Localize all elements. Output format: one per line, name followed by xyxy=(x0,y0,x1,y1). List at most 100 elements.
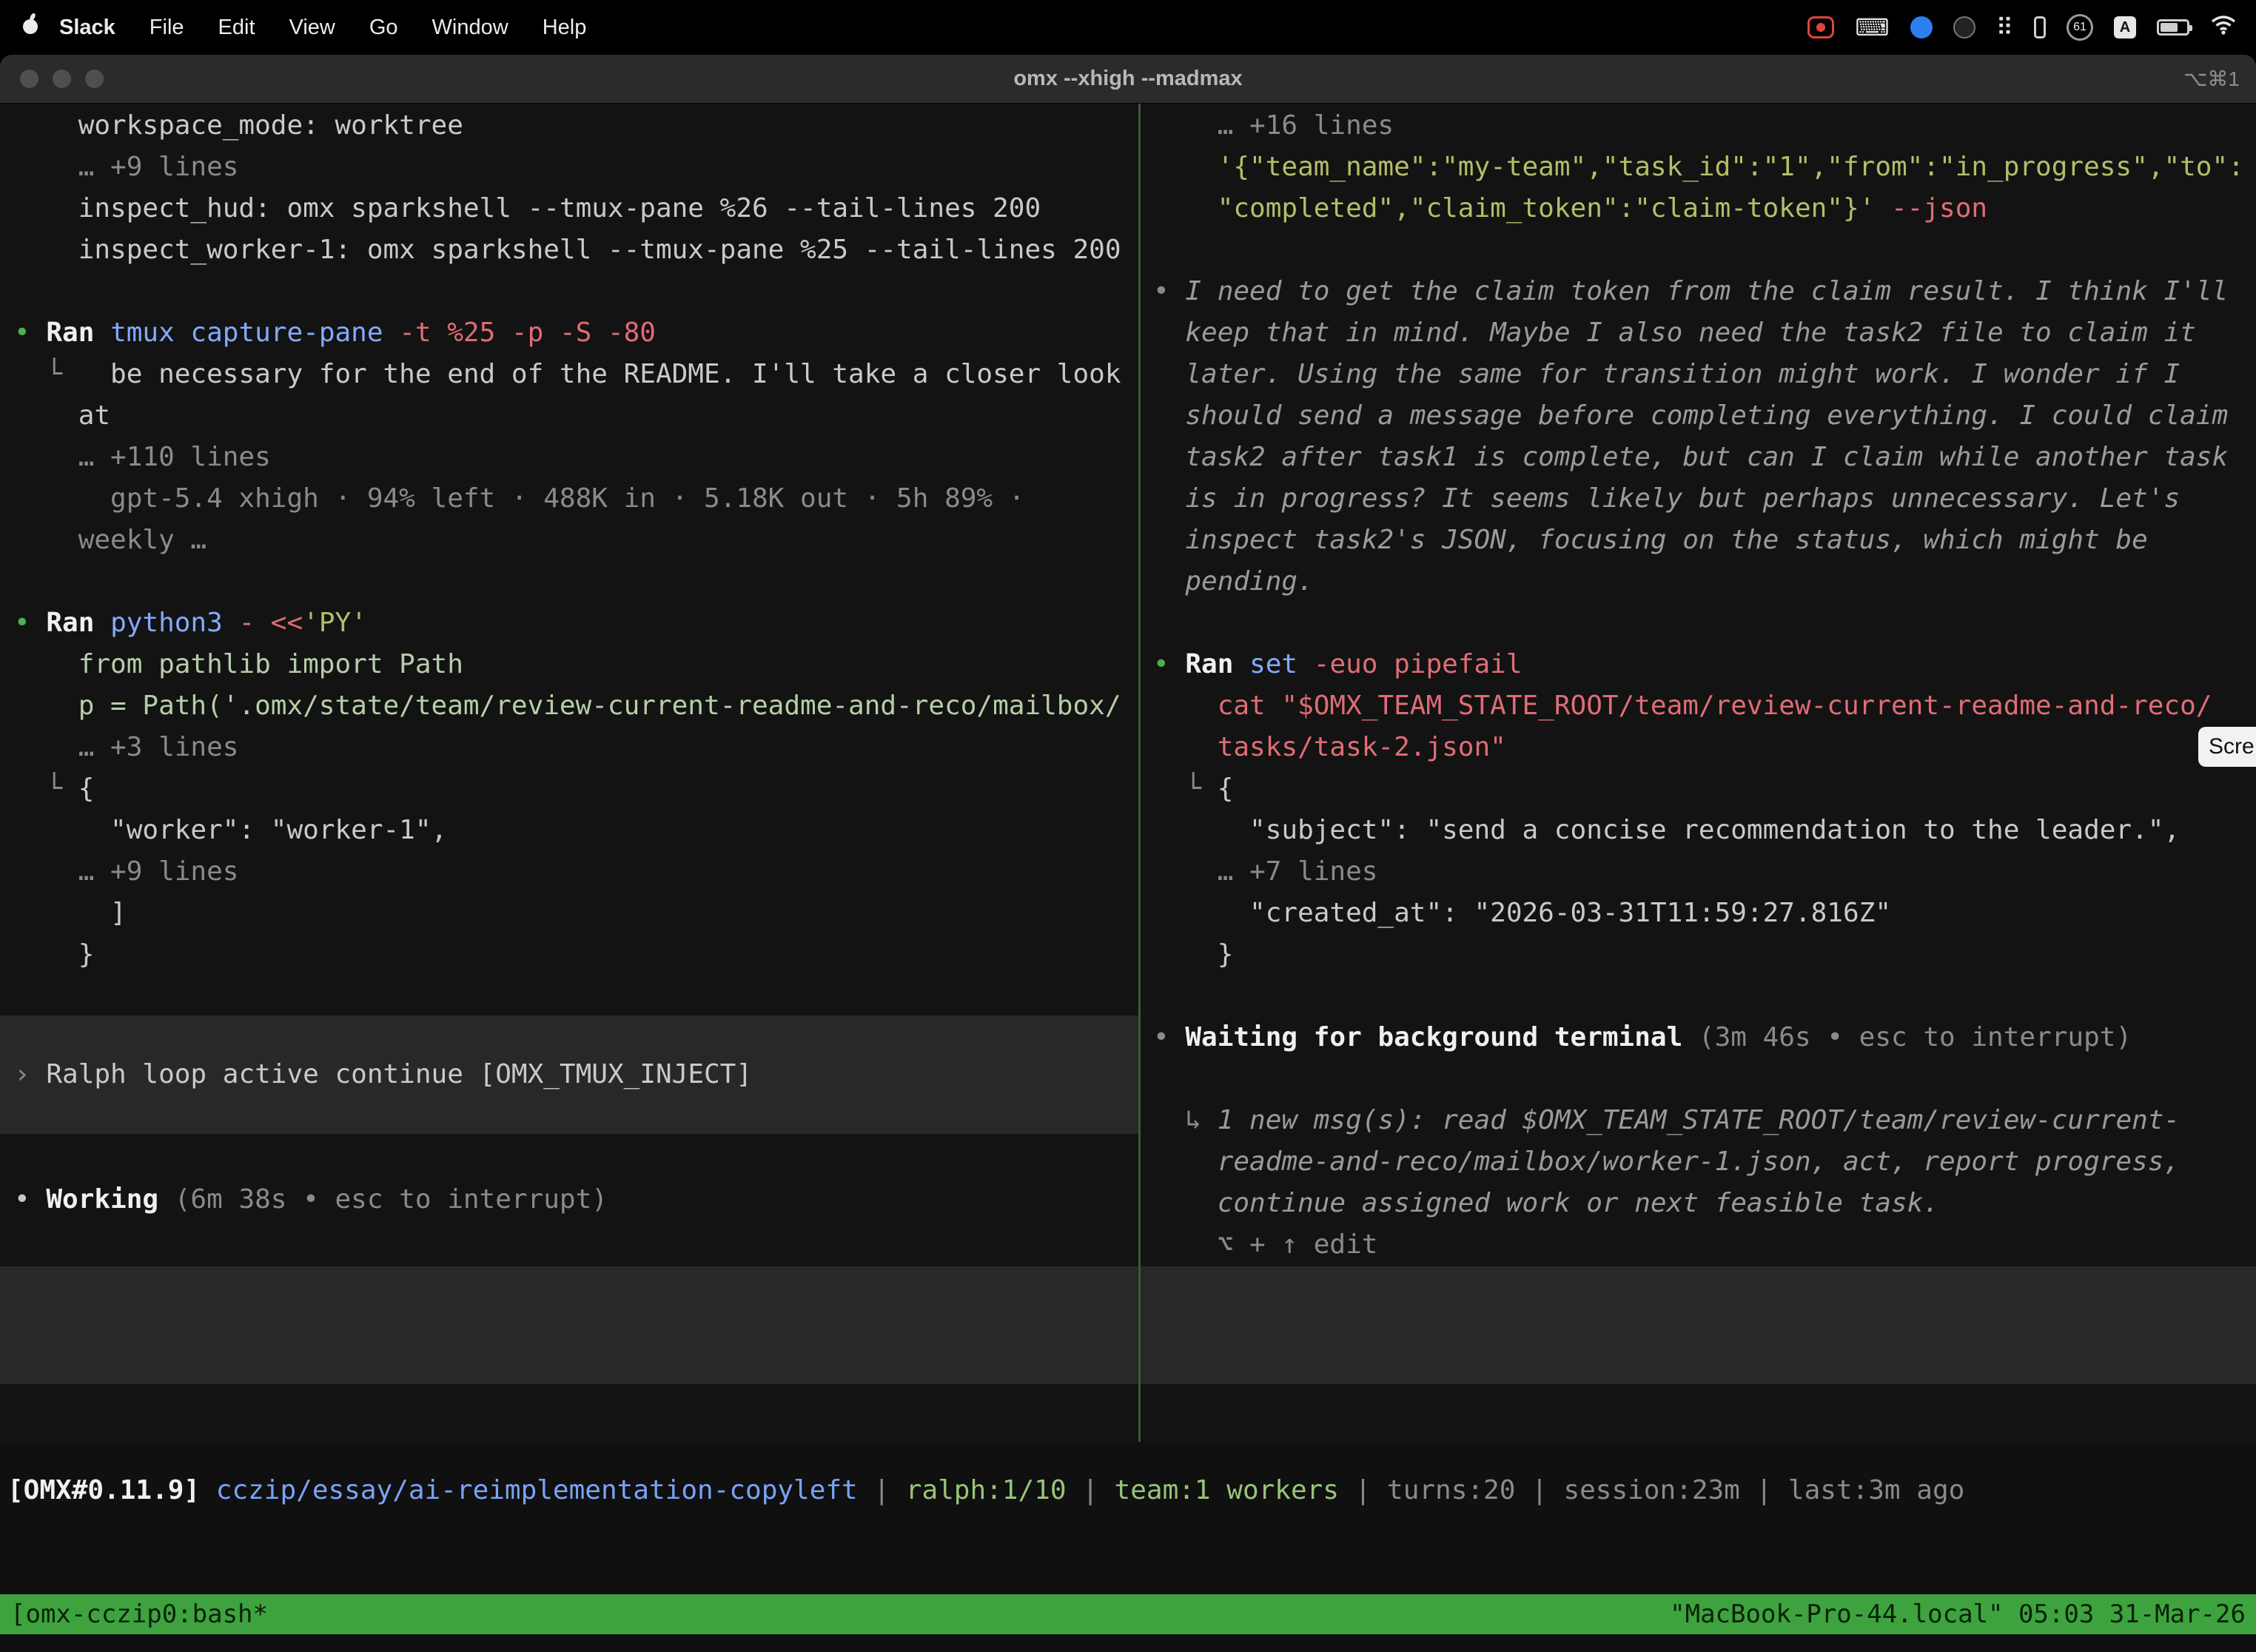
text-segment: turns:20 xyxy=(1387,1475,1515,1505)
window-title-bar[interactable]: omx --xhigh --madmax ⌥⌘1 xyxy=(0,55,2256,104)
left-prompt-input[interactable]: › Improve documentation in @filename xyxy=(0,1266,1138,1384)
text-segment: ↳ xyxy=(1153,1105,1218,1135)
terminal-line: … +16 lines xyxy=(1153,105,2256,147)
terminal-line: } xyxy=(14,934,1138,976)
terminal-line xyxy=(1153,976,2256,1017)
text-segment: Ran xyxy=(46,318,110,348)
battery-icon[interactable] xyxy=(2157,19,2189,36)
text-segment: "subject": "send a concise recommendatio… xyxy=(1153,815,2180,845)
terminal-line: … +9 lines xyxy=(14,147,1138,188)
terminal-line xyxy=(1153,229,2256,271)
text-segment: Waiting for background terminal xyxy=(1185,1022,1699,1052)
text-segment: pending. xyxy=(1153,566,1314,597)
right-pane-footer: gpt-5.4 xhigh · 94% left · 488K in · 5.1… xyxy=(1141,1386,2256,1428)
left-pane-lines: workspace_mode: worktree … +9 lines insp… xyxy=(0,104,1138,976)
screen-recording-indicator-icon[interactable] xyxy=(1807,16,1834,38)
text-segment: … +7 lines xyxy=(1153,856,1377,887)
terminal-line: "completed","claim_token":"claim-token"}… xyxy=(1153,188,2256,229)
text-segment: | xyxy=(1339,1475,1387,1505)
apple-menu-icon[interactable] xyxy=(21,13,40,42)
menu-item-window[interactable]: Window xyxy=(432,16,508,40)
battery-nub xyxy=(2189,25,2192,31)
text-segment: inspect task2's JSON, focusing on the st… xyxy=(1153,525,2148,555)
text-segment: is in progress? It seems likely but perh… xyxy=(1153,483,2180,514)
text-segment: Ran xyxy=(46,608,110,638)
text-segment: } xyxy=(14,939,94,970)
text-segment: Working xyxy=(46,1184,174,1215)
text-segment: [OMX#0.11.9] xyxy=(7,1475,200,1505)
wifi-icon[interactable] xyxy=(2210,14,2237,41)
text-segment: task2 after task1 is complete, but can I… xyxy=(1153,442,2228,472)
record-dot-icon xyxy=(1816,23,1825,32)
window-title: omx --xhigh --madmax xyxy=(0,67,2256,91)
menu-item-edit[interactable]: Edit xyxy=(218,16,255,40)
text-segment: inspect_hud: omx sparkshell --tmux-pane … xyxy=(14,193,1041,224)
text-segment: continue assigned work or next feasible … xyxy=(1153,1188,1939,1218)
terminal-line: ] xyxy=(14,893,1138,934)
keyboard-icon[interactable]: ⌨ xyxy=(1855,16,1889,39)
text-segment: be necessary for the end of the README. … xyxy=(110,359,1121,389)
terminal-line: inspect_hud: omx sparkshell --tmux-pane … xyxy=(14,188,1138,229)
text-segment: last:3m ago xyxy=(1788,1475,1964,1505)
inject-band-text: › Ralph loop active continue [OMX_TMUX_I… xyxy=(14,1054,752,1095)
text-segment: 'PY' xyxy=(303,608,367,638)
blue-app-icon[interactable] xyxy=(1910,16,1933,38)
menu-item-file[interactable]: File xyxy=(150,16,184,40)
terminal-line: … +9 lines xyxy=(14,851,1138,893)
menu-item-go[interactable]: Go xyxy=(369,16,398,40)
text-segment: "completed","claim_token":"claim-token"}… xyxy=(1153,193,1891,224)
menu-item-help[interactable]: Help xyxy=(543,16,587,40)
menu-item-slack[interactable]: Slack xyxy=(59,16,115,40)
text-segment: cat "$OMX_TEAM_STATE_ROOT/team/review-cu… xyxy=(1153,691,2212,721)
text-segment: session:23m xyxy=(1563,1475,1739,1505)
text-segment: from pathlib import Path xyxy=(14,649,463,679)
terminal-line: readme-and-reco/mailbox/worker-1.json, a… xyxy=(1153,1141,2256,1183)
text-segment: I need to get the claim token from the c… xyxy=(1185,276,2228,306)
text-segment: inspect_worker-1: omx sparkshell --tmux-… xyxy=(14,235,1121,265)
right-pane-lines: … +16 lines '{"team_name":"my-team","tas… xyxy=(1141,104,2256,1266)
terminal-line xyxy=(1153,602,2256,644)
text-segment: later. Using the same for transition mig… xyxy=(1153,359,2180,389)
input-source-icon[interactable]: A xyxy=(2114,16,2136,38)
inject-notice-band: › Ralph loop active continue [OMX_TMUX_I… xyxy=(0,1015,1138,1134)
text-segment: … +3 lines xyxy=(14,732,238,762)
text-segment: gpt-5.4 xhigh · 94% left · 488K in · 5.1… xyxy=(14,483,1024,514)
text-segment: • xyxy=(14,1184,46,1215)
terminal-line: weekly … xyxy=(14,520,1138,561)
left-pane-footer: gpt-5.4 xhigh · essay/ai-reimplementatio… xyxy=(0,1386,1138,1428)
dots-grid-icon[interactable]: ⠿ xyxy=(1996,16,2013,39)
terminal-line: pending. xyxy=(1153,561,2256,602)
left-terminal-pane[interactable]: workspace_mode: worktree … +9 lines insp… xyxy=(0,104,1138,1442)
right-terminal-pane[interactable]: … +16 lines '{"team_name":"my-team","tas… xyxy=(1141,104,2256,1442)
omx-status-line: [OMX#0.11.9] cczip/essay/ai-reimplementa… xyxy=(0,1470,2256,1511)
terminal-line: '{"team_name":"my-team","task_id":"1","f… xyxy=(1153,147,2256,188)
text-segment: { xyxy=(78,773,95,804)
dark-app-icon[interactable] xyxy=(1953,16,1975,38)
terminal-line xyxy=(1153,1058,2256,1100)
terminal-line: … +3 lines xyxy=(14,727,1138,768)
right-prompt-suggestion[interactable]: › Explain this codebase xyxy=(1141,1266,2256,1384)
terminal-line: keep that in mind. Maybe I also need the… xyxy=(1153,312,2256,354)
text-segment: ralph:1/10 xyxy=(906,1475,1067,1505)
text-segment: tmux capture-pane xyxy=(110,318,399,348)
working-line-text: • Working (6m 38s • esc to interrupt) xyxy=(14,1179,1138,1220)
terminal-line: • I need to get the claim token from the… xyxy=(1153,271,2256,312)
device-icon[interactable] xyxy=(2034,16,2046,38)
text-segment: ⌥ + ↑ edit xyxy=(1153,1229,1377,1260)
text-segment: | xyxy=(1067,1475,1115,1505)
terminal-line: is in progress? It seems likely but perh… xyxy=(1153,478,2256,520)
screen-overlay-chip[interactable]: Scre xyxy=(2198,727,2256,767)
battery-fill xyxy=(2161,23,2178,32)
battery-percent-icon[interactable]: 61 xyxy=(2067,14,2093,41)
terminal-line: gpt-5.4 xhigh · 94% left · 488K in · 5.1… xyxy=(14,478,1138,520)
tmux-session-label: [omx-cczip0:bash* xyxy=(10,1594,268,1634)
panes-container: workspace_mode: worktree … +9 lines insp… xyxy=(0,104,2256,1442)
terminal-line xyxy=(14,561,1138,602)
text-segment: -t %25 -p -S -80 xyxy=(399,318,656,348)
text-segment: … +9 lines xyxy=(14,856,238,887)
text-segment: … +9 lines xyxy=(14,152,238,182)
terminal-line: ↳ 1 new msg(s): read $OMX_TEAM_STATE_ROO… xyxy=(1153,1100,2256,1141)
text-segment xyxy=(200,1475,216,1505)
terminal-line: at xyxy=(14,395,1138,437)
menu-item-view[interactable]: View xyxy=(289,16,335,40)
